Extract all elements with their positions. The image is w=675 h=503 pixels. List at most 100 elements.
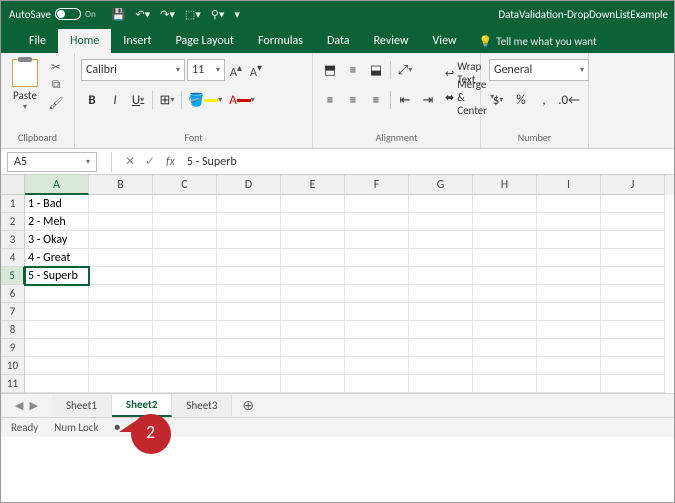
cell-G4[interactable]: [409, 249, 473, 267]
cell-J4[interactable]: [601, 249, 665, 267]
cell-B4[interactable]: [89, 249, 153, 267]
save-icon[interactable]: 💾: [112, 8, 126, 21]
cell-G6[interactable]: [409, 285, 473, 303]
cell-B9[interactable]: [89, 339, 153, 357]
cell-J8[interactable]: [601, 321, 665, 339]
cell-I8[interactable]: [537, 321, 601, 339]
cell-G10[interactable]: [409, 357, 473, 375]
cell-H8[interactable]: [473, 321, 537, 339]
row-header-4[interactable]: 4: [1, 249, 25, 267]
col-header-D[interactable]: D: [217, 175, 281, 195]
cell-C2[interactable]: [153, 213, 217, 231]
cell-D10[interactable]: [217, 357, 281, 375]
tab-review[interactable]: Review: [362, 29, 421, 53]
share-icon[interactable]: ⚲▾: [211, 8, 225, 21]
cell-H9[interactable]: [473, 339, 537, 357]
row-header-1[interactable]: 1: [1, 195, 25, 213]
tab-home[interactable]: Home: [58, 29, 111, 53]
undo-icon[interactable]: ↶▾: [135, 8, 150, 21]
font-color-button[interactable]: A▾: [226, 89, 258, 111]
cell-E1[interactable]: [281, 195, 345, 213]
cell-E10[interactable]: [281, 357, 345, 375]
cell-H2[interactable]: [473, 213, 537, 231]
cell-B11[interactable]: [89, 375, 153, 393]
percent-button[interactable]: %: [510, 89, 532, 111]
cell-A10[interactable]: [25, 357, 89, 375]
decrease-font-icon[interactable]: A▾: [247, 61, 265, 80]
cell-I3[interactable]: [537, 231, 601, 249]
increase-decimal-icon[interactable]: .0←: [556, 89, 582, 111]
cell-C1[interactable]: [153, 195, 217, 213]
sheet-tab-3[interactable]: Sheet3: [172, 395, 232, 416]
cell-F5[interactable]: [345, 267, 409, 285]
cell-J9[interactable]: [601, 339, 665, 357]
copy-icon[interactable]: ⧉: [45, 77, 67, 93]
col-header-H[interactable]: H: [473, 175, 537, 195]
tab-view[interactable]: View: [421, 29, 469, 53]
cell-F10[interactable]: [345, 357, 409, 375]
autosave-toggle[interactable]: AutoSave On: [1, 8, 104, 21]
toggle-switch[interactable]: [55, 8, 81, 20]
cell-G3[interactable]: [409, 231, 473, 249]
cell-D7[interactable]: [217, 303, 281, 321]
cell-B7[interactable]: [89, 303, 153, 321]
cell-G9[interactable]: [409, 339, 473, 357]
cell-J3[interactable]: [601, 231, 665, 249]
currency-button[interactable]: $▾: [487, 89, 509, 111]
cell-J11[interactable]: [601, 375, 665, 393]
fx-label[interactable]: fx: [160, 155, 181, 169]
cell-A11[interactable]: [25, 375, 89, 393]
cell-E4[interactable]: [281, 249, 345, 267]
cell-H6[interactable]: [473, 285, 537, 303]
row-header-9[interactable]: 9: [1, 339, 25, 357]
cell-J7[interactable]: [601, 303, 665, 321]
tab-data[interactable]: Data: [315, 29, 362, 53]
cell-G7[interactable]: [409, 303, 473, 321]
cell-B2[interactable]: [89, 213, 153, 231]
col-header-B[interactable]: B: [89, 175, 153, 195]
cell-I9[interactable]: [537, 339, 601, 357]
col-header-F[interactable]: F: [345, 175, 409, 195]
col-header-G[interactable]: G: [409, 175, 473, 195]
cell-F2[interactable]: [345, 213, 409, 231]
cell-I4[interactable]: [537, 249, 601, 267]
cell-A8[interactable]: [25, 321, 89, 339]
tab-page-layout[interactable]: Page Layout: [164, 29, 246, 53]
cell-H10[interactable]: [473, 357, 537, 375]
cell-A2[interactable]: 2 - Meh: [25, 213, 89, 231]
cell-C7[interactable]: [153, 303, 217, 321]
col-header-J[interactable]: J: [601, 175, 665, 195]
cell-A1[interactable]: 1 - Bad: [25, 195, 89, 213]
cell-H5[interactable]: [473, 267, 537, 285]
cell-E5[interactable]: [281, 267, 345, 285]
cell-G1[interactable]: [409, 195, 473, 213]
cell-H7[interactable]: [473, 303, 537, 321]
row-header-7[interactable]: 7: [1, 303, 25, 321]
cell-F6[interactable]: [345, 285, 409, 303]
tell-me[interactable]: 💡 Tell me what you want: [469, 30, 607, 53]
row-header-8[interactable]: 8: [1, 321, 25, 339]
cell-F9[interactable]: [345, 339, 409, 357]
cell-B10[interactable]: [89, 357, 153, 375]
increase-font-icon[interactable]: A▴: [227, 61, 245, 80]
cell-I5[interactable]: [537, 267, 601, 285]
cell-E7[interactable]: [281, 303, 345, 321]
col-header-E[interactable]: E: [281, 175, 345, 195]
cut-icon[interactable]: ✂: [45, 59, 67, 75]
increase-indent-icon[interactable]: ⇥: [417, 89, 439, 111]
cell-A5[interactable]: 5 - Superb: [25, 267, 89, 285]
row-header-10[interactable]: 10: [1, 357, 25, 375]
cell-H1[interactable]: [473, 195, 537, 213]
cell-E2[interactable]: [281, 213, 345, 231]
enter-icon[interactable]: ✓: [140, 154, 160, 169]
row-header-5[interactable]: 5: [1, 267, 25, 285]
cell-D5[interactable]: [217, 267, 281, 285]
cell-J10[interactable]: [601, 357, 665, 375]
touch-mode-icon[interactable]: ⬚▾: [185, 8, 201, 21]
cell-B1[interactable]: [89, 195, 153, 213]
sheet-nav-prev-icon[interactable]: ◀: [15, 399, 23, 412]
cell-B6[interactable]: [89, 285, 153, 303]
cell-E8[interactable]: [281, 321, 345, 339]
paste-button[interactable]: Paste ▾: [7, 57, 43, 112]
cell-C4[interactable]: [153, 249, 217, 267]
